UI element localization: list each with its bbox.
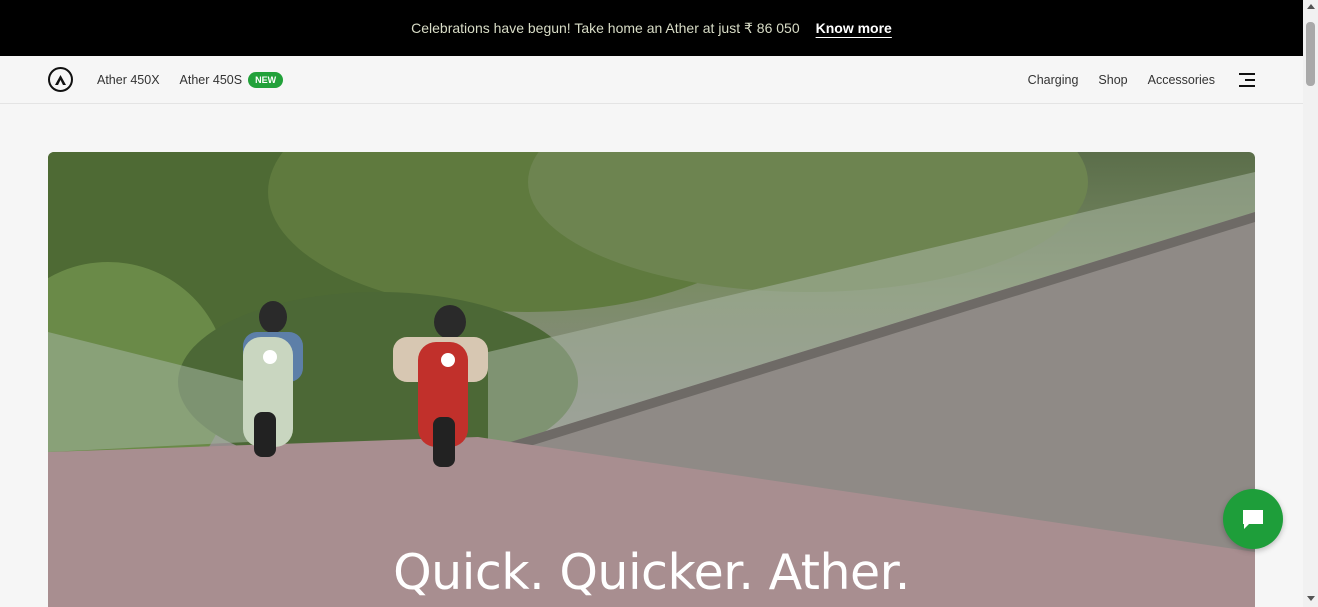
announcement-message: Celebrations have begun! Take home an At… <box>411 19 800 36</box>
nav-item-ather-450s-label[interactable]: Ather 450S <box>180 73 243 87</box>
chat-bubble-icon <box>1243 510 1263 529</box>
hero-scene-image <box>48 152 1255 607</box>
ather-logo-icon[interactable] <box>48 67 73 92</box>
hero-banner: Quick. Quicker. Ather. <box>48 152 1255 607</box>
scroll-down-icon[interactable] <box>1307 596 1315 601</box>
scroll-up-icon[interactable] <box>1307 4 1315 9</box>
hero-title: Quick. Quicker. Ather. <box>393 544 910 601</box>
new-badge: NEW <box>248 71 284 88</box>
know-more-link[interactable]: Know more <box>816 20 892 36</box>
hamburger-menu-icon[interactable] <box>1239 72 1255 87</box>
top-navigation: Ather 450X Ather 450S NEW Charging Shop … <box>0 56 1303 104</box>
page-scrollbar[interactable] <box>1303 0 1318 607</box>
nav-item-accessories[interactable]: Accessories <box>1148 73 1215 87</box>
chat-button[interactable] <box>1223 489 1283 549</box>
scrollbar-thumb[interactable] <box>1306 22 1315 86</box>
announcement-bar: Celebrations have begun! Take home an At… <box>0 0 1303 56</box>
nav-item-ather-450s[interactable]: Ather 450S NEW <box>180 71 284 88</box>
nav-item-ather-450x[interactable]: Ather 450X <box>97 73 160 87</box>
nav-item-shop[interactable]: Shop <box>1098 73 1127 87</box>
nav-item-charging[interactable]: Charging <box>1028 73 1079 87</box>
